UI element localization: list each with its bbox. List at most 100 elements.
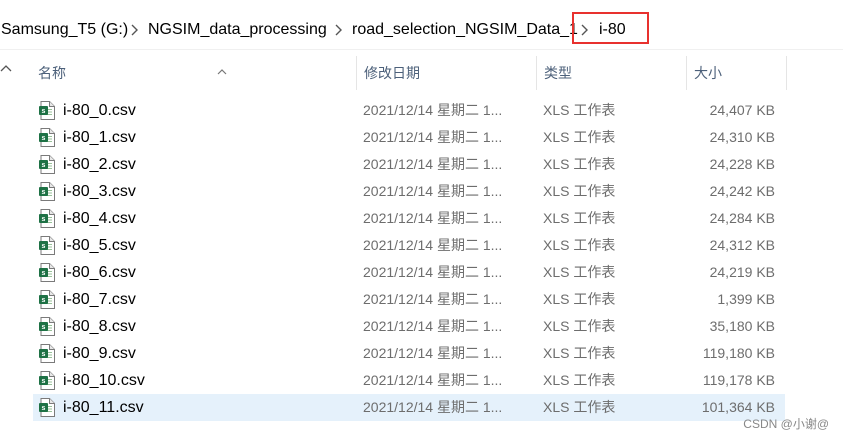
file-row[interactable]: s i-80_11.csv 2021/12/14 星期二 1... XLS 工作表 1… bbox=[33, 394, 785, 421]
file-date: 2021/12/14 星期二 1... bbox=[363, 102, 503, 118]
svg-text:s: s bbox=[42, 405, 46, 412]
svg-text:s: s bbox=[42, 243, 46, 250]
file-type: XLS 工作表 bbox=[543, 264, 616, 280]
file-name: i-80_5.csv bbox=[63, 237, 136, 254]
file-name: i-80_9.csv bbox=[63, 345, 136, 362]
breadcrumb-item-folder-1[interactable]: NGSIM_data_processing bbox=[148, 18, 327, 42]
file-name: i-80_3.csv bbox=[63, 183, 136, 200]
file-row[interactable]: s i-80_0.csv 2021/12/14 星期二 1... XLS 工作表 24… bbox=[33, 97, 785, 124]
file-row[interactable]: s i-80_5.csv 2021/12/14 星期二 1... XLS 工作表 24… bbox=[33, 232, 785, 259]
file-size: 24,242 KB bbox=[709, 183, 775, 199]
breadcrumb-item-drive[interactable]: Samsung_T5 (G:) bbox=[1, 18, 128, 42]
file-row[interactable]: s i-80_8.csv 2021/12/14 星期二 1... XLS 工作表 35… bbox=[33, 313, 785, 340]
file-type: XLS 工作表 bbox=[543, 183, 616, 199]
file-type: XLS 工作表 bbox=[543, 156, 616, 172]
file-name: i-80_8.csv bbox=[63, 318, 136, 335]
file-size: 24,228 KB bbox=[709, 156, 775, 172]
file-name: i-80_11.csv bbox=[63, 399, 144, 416]
column-header-date[interactable]: 修改日期 bbox=[356, 56, 536, 90]
svg-text:s: s bbox=[42, 162, 46, 169]
file-date: 2021/12/14 星期二 1... bbox=[363, 210, 503, 226]
file-date: 2021/12/14 星期二 1... bbox=[363, 129, 503, 145]
column-header-name[interactable]: 名称 bbox=[30, 56, 356, 90]
file-type: XLS 工作表 bbox=[543, 399, 616, 415]
file-date: 2021/12/14 星期二 1... bbox=[363, 237, 503, 253]
file-type: XLS 工作表 bbox=[543, 372, 616, 388]
excel-csv-icon: s bbox=[39, 263, 55, 282]
file-date: 2021/12/14 星期二 1... bbox=[363, 264, 503, 280]
file-name: i-80_10.csv bbox=[63, 372, 145, 389]
file-row[interactable]: s i-80_10.csv 2021/12/14 星期二 1... XLS 工作表 1… bbox=[33, 367, 785, 394]
column-header-size-label: 大小 bbox=[694, 65, 722, 81]
file-type: XLS 工作表 bbox=[543, 237, 616, 253]
chevron-right-icon[interactable] bbox=[578, 21, 592, 39]
excel-csv-icon: s bbox=[39, 236, 55, 255]
file-row[interactable]: s i-80_6.csv 2021/12/14 星期二 1... XLS 工作表 24… bbox=[33, 259, 785, 286]
file-size: 24,310 KB bbox=[709, 129, 775, 145]
file-date: 2021/12/14 星期二 1... bbox=[363, 318, 503, 334]
excel-csv-icon: s bbox=[39, 317, 55, 336]
breadcrumb-item-folder-2[interactable]: road_selection_NGSIM_Data_1 bbox=[352, 18, 578, 42]
divider bbox=[0, 49, 843, 50]
column-header-type[interactable]: 类型 bbox=[536, 56, 686, 90]
file-size: 24,284 KB bbox=[709, 210, 775, 226]
excel-csv-icon: s bbox=[39, 398, 55, 417]
excel-csv-icon: s bbox=[39, 101, 55, 120]
excel-csv-icon: s bbox=[39, 344, 55, 363]
column-resize-handle[interactable] bbox=[786, 56, 787, 90]
svg-text:s: s bbox=[42, 216, 46, 223]
svg-text:s: s bbox=[42, 270, 46, 277]
breadcrumb-item-current[interactable]: i-80 bbox=[599, 18, 626, 42]
file-name: i-80_2.csv bbox=[63, 156, 136, 173]
file-row[interactable]: s i-80_9.csv 2021/12/14 星期二 1... XLS 工作表 11… bbox=[33, 340, 785, 367]
file-type: XLS 工作表 bbox=[543, 291, 616, 307]
file-date: 2021/12/14 星期二 1... bbox=[363, 183, 503, 199]
excel-csv-icon: s bbox=[39, 182, 55, 201]
file-size: 119,180 KB bbox=[702, 345, 775, 361]
column-header-size[interactable]: 大小 bbox=[686, 56, 786, 90]
svg-text:s: s bbox=[42, 108, 46, 115]
breadcrumb: Samsung_T5 (G:) NGSIM_data_processing ro… bbox=[0, 12, 843, 48]
file-name: i-80_7.csv bbox=[63, 291, 136, 308]
column-header-date-label: 修改日期 bbox=[364, 65, 420, 81]
file-name: i-80_6.csv bbox=[63, 264, 136, 281]
svg-text:s: s bbox=[42, 297, 46, 304]
sort-ascending-icon bbox=[216, 54, 228, 75]
svg-text:s: s bbox=[42, 135, 46, 142]
chevron-right-icon[interactable] bbox=[332, 21, 346, 39]
file-type: XLS 工作表 bbox=[543, 210, 616, 226]
file-date: 2021/12/14 星期二 1... bbox=[363, 399, 503, 415]
file-row[interactable]: s i-80_4.csv 2021/12/14 星期二 1... XLS 工作表 24… bbox=[33, 205, 785, 232]
file-date: 2021/12/14 星期二 1... bbox=[363, 345, 503, 361]
file-type: XLS 工作表 bbox=[543, 102, 616, 118]
file-date: 2021/12/14 星期二 1... bbox=[363, 372, 503, 388]
file-row[interactable]: s i-80_1.csv 2021/12/14 星期二 1... XLS 工作表 24… bbox=[33, 124, 785, 151]
excel-csv-icon: s bbox=[39, 209, 55, 228]
file-date: 2021/12/14 星期二 1... bbox=[363, 156, 503, 172]
svg-text:s: s bbox=[42, 351, 46, 358]
file-row[interactable]: s i-80_3.csv 2021/12/14 星期二 1... XLS 工作表 24… bbox=[33, 178, 785, 205]
file-name: i-80_0.csv bbox=[63, 102, 136, 119]
file-size: 1,399 KB bbox=[717, 291, 775, 307]
excel-csv-icon: s bbox=[39, 128, 55, 147]
svg-text:s: s bbox=[42, 324, 46, 331]
column-header-type-label: 类型 bbox=[544, 65, 572, 81]
file-type: XLS 工作表 bbox=[543, 318, 616, 334]
file-date: 2021/12/14 星期二 1... bbox=[363, 291, 503, 307]
file-size: 24,312 KB bbox=[709, 237, 775, 253]
file-row[interactable]: s i-80_7.csv 2021/12/14 星期二 1... XLS 工作表 1,… bbox=[33, 286, 785, 313]
svg-text:s: s bbox=[42, 378, 46, 385]
chevron-right-icon[interactable] bbox=[128, 21, 142, 39]
file-size: 119,178 KB bbox=[702, 372, 775, 388]
file-size: 24,219 KB bbox=[709, 264, 775, 280]
file-name: i-80_1.csv bbox=[63, 129, 136, 146]
file-row[interactable]: s i-80_2.csv 2021/12/14 星期二 1... XLS 工作表 24… bbox=[33, 151, 785, 178]
excel-csv-icon: s bbox=[39, 155, 55, 174]
file-type: XLS 工作表 bbox=[543, 129, 616, 145]
file-name: i-80_4.csv bbox=[63, 210, 136, 227]
file-size: 24,407 KB bbox=[709, 102, 775, 118]
file-type: XLS 工作表 bbox=[543, 345, 616, 361]
column-header-name-label: 名称 bbox=[38, 65, 66, 81]
watermark: CSDN @小谢@ bbox=[743, 417, 829, 431]
svg-text:s: s bbox=[42, 189, 46, 196]
